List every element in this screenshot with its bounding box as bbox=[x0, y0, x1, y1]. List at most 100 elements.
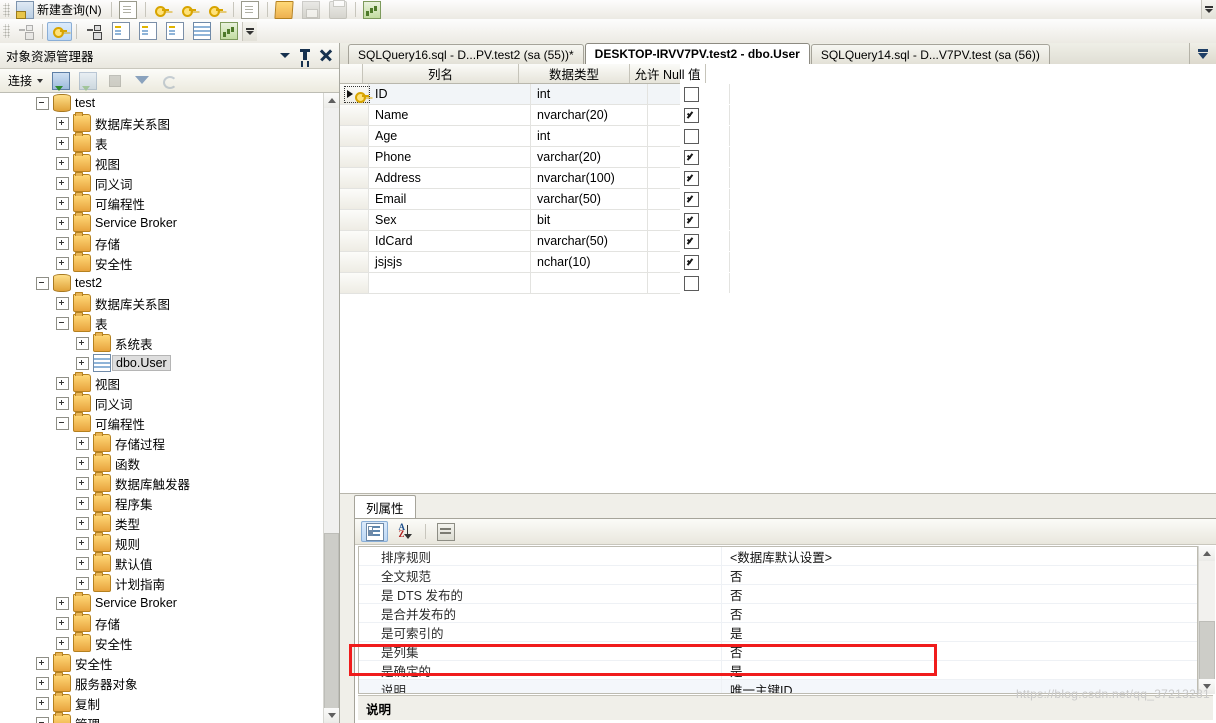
tree-item-dbo.User[interactable]: dbo.User bbox=[0, 353, 339, 373]
collapse-icon[interactable] bbox=[56, 316, 69, 330]
table-row[interactable]: Address nvarchar(100) bbox=[340, 168, 730, 189]
stop-button[interactable] bbox=[102, 71, 127, 90]
table-row[interactable]: ID int bbox=[340, 84, 730, 105]
expand-icon[interactable] bbox=[76, 536, 89, 550]
categorized-view-button[interactable] bbox=[361, 521, 388, 542]
table-row[interactable]: Age int bbox=[340, 126, 730, 147]
data-type-cell[interactable] bbox=[531, 273, 648, 293]
table-row[interactable]: jsjsjs nchar(10) bbox=[340, 252, 730, 273]
dmx-query-button[interactable] bbox=[177, 0, 202, 19]
property-row[interactable]: 排序规则 <数据库默认设置> bbox=[359, 547, 1197, 566]
allow-nulls-cell[interactable] bbox=[648, 84, 730, 104]
expand-icon[interactable] bbox=[56, 256, 69, 270]
expand-icon[interactable] bbox=[76, 556, 89, 570]
tree-item-表[interactable]: 表 bbox=[0, 132, 339, 153]
column-name-cell[interactable]: Email bbox=[369, 189, 531, 209]
property-value[interactable]: 否 bbox=[722, 642, 1197, 661]
tree-item-存储[interactable]: 存储 bbox=[0, 232, 339, 253]
properties-grid[interactable]: 排序规则 <数据库默认设置> 全文规范否是 DTS 发布的否是合并发布的否是可索引的… bbox=[358, 546, 1198, 694]
allow-nulls-cell[interactable] bbox=[648, 105, 730, 125]
data-type-cell[interactable]: nvarchar(50) bbox=[531, 231, 648, 251]
object-explorer-tree[interactable]: test 数据库关系图表视图 同义词 可编程性 Service Broker 存储 安全性 t… bbox=[0, 92, 339, 723]
data-type-cell[interactable]: varchar(20) bbox=[531, 147, 648, 167]
allow-nulls-cell[interactable] bbox=[648, 252, 730, 272]
tree-item-管理[interactable]: 管理 bbox=[0, 712, 339, 723]
allow-nulls-cell[interactable] bbox=[648, 231, 730, 251]
expand-icon[interactable] bbox=[56, 376, 69, 390]
query-designer-button[interactable] bbox=[360, 0, 385, 19]
tree-item-复制[interactable]: 复制 bbox=[0, 692, 339, 713]
tree-item-安全性[interactable]: 安全性 bbox=[0, 252, 339, 273]
tree-item-test2[interactable]: test2 bbox=[0, 273, 339, 293]
expand-icon[interactable] bbox=[56, 136, 69, 150]
set-primary-key-button[interactable] bbox=[47, 21, 72, 41]
allow-nulls-checkbox[interactable] bbox=[684, 86, 699, 102]
collapse-icon[interactable] bbox=[36, 96, 49, 110]
toolbar-grip[interactable] bbox=[3, 2, 10, 17]
tree-item-安全性[interactable]: 安全性 bbox=[0, 632, 339, 653]
column-name-cell[interactable]: ID bbox=[369, 84, 531, 104]
allow-nulls-checkbox[interactable] bbox=[684, 149, 699, 165]
generate-change-script-button[interactable] bbox=[13, 22, 38, 41]
property-row[interactable]: 是确定的是 bbox=[359, 660, 1197, 680]
new-query-button[interactable]: 新建查询(N) bbox=[13, 0, 107, 19]
property-value[interactable]: 否 bbox=[722, 585, 1197, 604]
connect-dropdown-button[interactable]: 连接 bbox=[5, 71, 46, 90]
relationships-button[interactable] bbox=[81, 22, 106, 41]
xmla-query-button[interactable] bbox=[204, 0, 229, 19]
column-name-cell[interactable]: Age bbox=[369, 126, 531, 146]
row-indicator[interactable] bbox=[340, 273, 369, 293]
property-value[interactable]: 唯一主键ID bbox=[722, 680, 1197, 694]
allow-nulls-checkbox[interactable] bbox=[684, 254, 699, 270]
table-row[interactable] bbox=[340, 273, 730, 294]
tree-item-视图[interactable]: 视图 bbox=[0, 372, 339, 393]
property-row[interactable]: 是 DTS 发布的否 bbox=[359, 584, 1197, 604]
row-indicator[interactable] bbox=[340, 84, 370, 104]
tree-item-函数[interactable]: 函数 bbox=[0, 452, 339, 473]
tree-item-同义词[interactable]: 同义词 bbox=[0, 392, 339, 413]
document-tab[interactable]: SQLQuery14.sql - D...V7PV.test (sa (56)) bbox=[810, 44, 1050, 64]
table-row[interactable]: Email varchar(50) bbox=[340, 189, 730, 210]
expand-icon[interactable] bbox=[56, 396, 69, 410]
column-name-cell[interactable]: jsjsjs bbox=[369, 252, 531, 272]
tree-item-程序集[interactable]: 程序集 bbox=[0, 492, 339, 513]
allow-nulls-cell[interactable] bbox=[648, 210, 730, 230]
tree-item-可编程性[interactable]: 可编程性 bbox=[0, 412, 339, 433]
column-name-cell[interactable]: IdCard bbox=[369, 231, 531, 251]
expand-icon[interactable] bbox=[56, 176, 69, 190]
property-value[interactable]: <数据库默认设置> bbox=[722, 547, 1197, 566]
document-tab[interactable]: DESKTOP-IRVV7PV.test2 - dbo.User bbox=[584, 43, 810, 64]
property-value[interactable]: 是 bbox=[722, 661, 1197, 680]
collapse-icon[interactable] bbox=[36, 716, 49, 723]
expand-icon[interactable] bbox=[76, 336, 89, 350]
expand-icon[interactable] bbox=[56, 196, 69, 210]
row-indicator[interactable] bbox=[340, 105, 369, 125]
table-row[interactable]: IdCard nvarchar(50) bbox=[340, 231, 730, 252]
scroll-thumb[interactable] bbox=[324, 533, 339, 723]
tree-item-类型[interactable]: 类型 bbox=[0, 512, 339, 533]
expand-icon[interactable] bbox=[36, 656, 49, 670]
expand-icon[interactable] bbox=[56, 156, 69, 170]
save-button[interactable] bbox=[299, 0, 324, 19]
column-name-cell[interactable] bbox=[369, 273, 531, 293]
row-indicator[interactable] bbox=[340, 210, 369, 230]
expand-icon[interactable] bbox=[56, 216, 69, 230]
expand-icon[interactable] bbox=[76, 576, 89, 590]
tree-item-系统表[interactable]: 系统表 bbox=[0, 332, 339, 353]
document-tab[interactable]: SQLQuery16.sql - D...PV.test2 (sa (55))* bbox=[348, 44, 584, 64]
table-row[interactable]: Sex bit bbox=[340, 210, 730, 231]
property-row[interactable]: 是合并发布的否 bbox=[359, 603, 1197, 623]
panel-pin-button[interactable] bbox=[295, 46, 315, 66]
allow-nulls-checkbox[interactable] bbox=[684, 212, 699, 228]
allow-nulls-checkbox[interactable] bbox=[684, 191, 699, 207]
toolbar-overflow-button[interactable] bbox=[1201, 0, 1216, 19]
data-type-cell[interactable]: int bbox=[531, 84, 648, 104]
disconnect-button[interactable] bbox=[75, 71, 100, 91]
allow-nulls-checkbox[interactable] bbox=[684, 275, 699, 291]
tree-item-Service Broker[interactable]: Service Broker bbox=[0, 592, 339, 613]
panel-menu-button[interactable] bbox=[275, 46, 295, 66]
expand-icon[interactable] bbox=[56, 636, 69, 650]
expand-icon[interactable] bbox=[56, 236, 69, 250]
print-button[interactable] bbox=[326, 0, 351, 19]
manage-spatial-index-button[interactable] bbox=[216, 22, 241, 41]
